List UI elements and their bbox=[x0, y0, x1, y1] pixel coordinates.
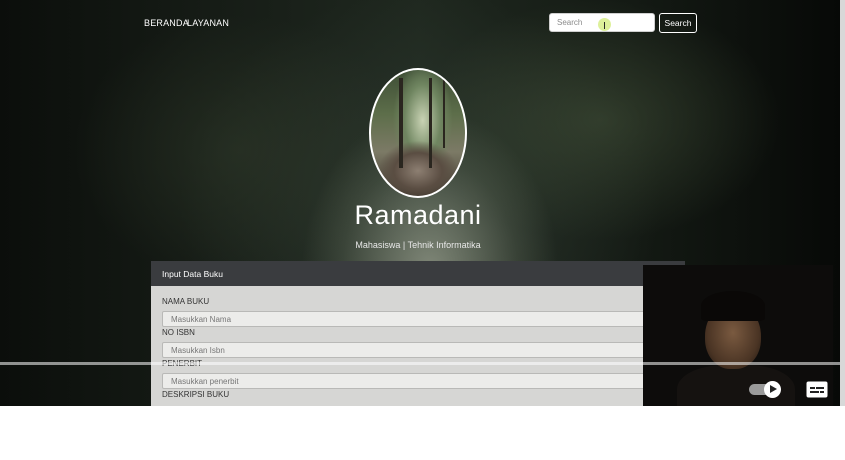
nav-link-layanan[interactable]: LAYANAN bbox=[187, 18, 229, 28]
profile-name: Ramadani bbox=[354, 200, 482, 230]
screen: BERANDA LAYANAN I Search Ramadani Mahasi… bbox=[0, 0, 845, 460]
text-cursor-icon: I bbox=[603, 21, 606, 32]
input-form-card: Input Data Buku NAMA BUKU NO ISBN PENERB… bbox=[151, 261, 685, 406]
video-progress-bar[interactable] bbox=[0, 362, 840, 365]
card-header: Input Data Buku bbox=[151, 261, 685, 286]
window-edge bbox=[840, 0, 845, 406]
webcam-overlay bbox=[643, 265, 833, 406]
label-nama-buku: NAMA BUKU bbox=[162, 297, 210, 306]
avatar bbox=[369, 68, 467, 198]
card-title: Input Data Buku bbox=[162, 269, 223, 279]
label-no-isbn: NO ISBN bbox=[162, 328, 195, 337]
no-isbn-input[interactable] bbox=[162, 342, 682, 358]
play-toggle-icon[interactable] bbox=[749, 381, 783, 398]
profile-role: Mahasiswa | Tehnik Informatika bbox=[355, 240, 481, 250]
nav-link-beranda[interactable]: BERANDA bbox=[144, 18, 189, 28]
captions-icon[interactable] bbox=[806, 381, 828, 398]
penerbit-input[interactable] bbox=[162, 373, 682, 389]
label-deskripsi-buku: DESKRIPSI BUKU bbox=[162, 390, 230, 399]
video-frame[interactable]: BERANDA LAYANAN I Search Ramadani Mahasi… bbox=[0, 0, 840, 406]
search-button[interactable]: Search bbox=[659, 13, 697, 33]
nama-buku-input[interactable] bbox=[162, 311, 682, 327]
